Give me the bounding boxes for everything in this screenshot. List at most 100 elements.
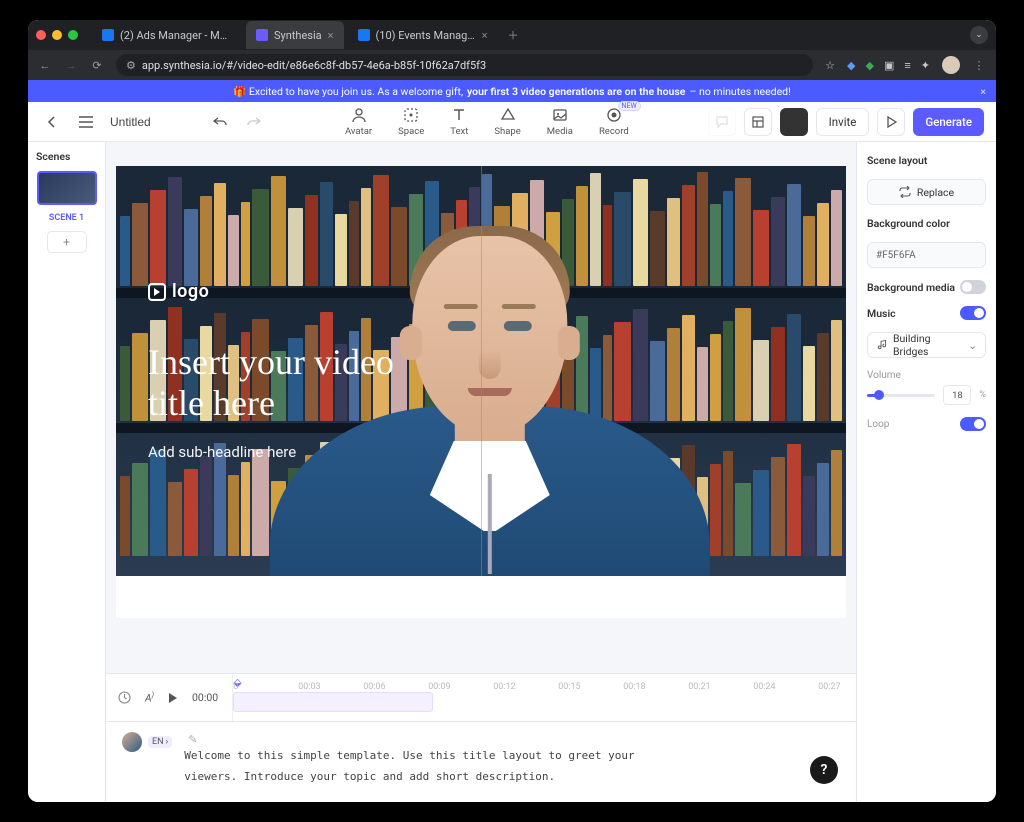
- music-label: Music: [867, 307, 896, 320]
- tool-label: Text: [450, 126, 468, 137]
- url-input[interactable]: ⚙ app.synthesia.io/#/video-edit/e86e6c8f…: [116, 54, 813, 76]
- timeline-clip[interactable]: [233, 692, 433, 712]
- edit-script-icon[interactable]: ✎: [188, 733, 197, 746]
- timeline-ruler[interactable]: ⬙ 000:0300:0600:0900:1200:1500:1800:2100…: [232, 674, 844, 721]
- volume-slider[interactable]: [867, 394, 935, 397]
- extensions-menu-icon[interactable]: ✦: [921, 59, 930, 72]
- script-text[interactable]: Welcome to this simple template. Use thi…: [184, 746, 840, 788]
- close-tab-icon[interactable]: ×: [482, 29, 488, 42]
- button-label: Generate: [925, 115, 972, 129]
- browser-addressbar: ← → ⟳ ⚙ app.synthesia.io/#/video-edit/e8…: [28, 50, 996, 80]
- subheadline-text[interactable]: Add sub-headline here: [148, 443, 448, 461]
- text-effect-icon[interactable]: A): [145, 691, 154, 705]
- promo-banner: 🎁 Excited to have you join us. As a welc…: [28, 80, 996, 102]
- invite-button[interactable]: Invite: [816, 108, 870, 136]
- chevron-right-icon: ›: [166, 737, 169, 747]
- tool-text[interactable]: Text: [450, 106, 468, 137]
- play-icon: [885, 116, 897, 128]
- preview-button[interactable]: [877, 108, 905, 136]
- bookmark-icon[interactable]: ☆: [825, 59, 835, 72]
- browser-menu-icon[interactable]: ⋮: [972, 59, 986, 72]
- speaker-avatar-icon[interactable]: [122, 732, 142, 752]
- timeline-tick: 0: [233, 682, 238, 692]
- layout-icon: [751, 115, 765, 129]
- layout-button[interactable]: [744, 108, 772, 136]
- volume-label: Volume: [867, 370, 986, 381]
- replace-icon: [899, 186, 911, 198]
- music-toggle[interactable]: [960, 306, 986, 320]
- redo-button[interactable]: [242, 110, 266, 134]
- scenes-panel: Scenes SCENE 1 +: [28, 142, 106, 802]
- video-stage[interactable]: logo Insert your video title here Add su…: [116, 166, 846, 618]
- tool-palette: Avatar Space Text Shape Media Record: [276, 106, 698, 137]
- synthesia-favicon-icon: [256, 29, 268, 41]
- help-button[interactable]: ?: [810, 756, 838, 784]
- undo-button[interactable]: [208, 110, 232, 134]
- site-info-icon[interactable]: ⚙: [126, 59, 136, 72]
- logo-text: logo: [172, 281, 209, 302]
- music-note-icon: [876, 339, 887, 351]
- music-track-label: Building Bridges: [893, 332, 962, 358]
- text-overlay[interactable]: logo Insert your video title here Add su…: [148, 281, 448, 461]
- timeline-tick: 00:15: [558, 682, 580, 692]
- tool-space[interactable]: Space: [398, 106, 424, 137]
- loop-toggle[interactable]: [960, 417, 986, 431]
- extension-icon[interactable]: ◆: [865, 59, 873, 72]
- reload-icon[interactable]: ⟳: [90, 59, 104, 72]
- close-tab-icon[interactable]: ×: [328, 29, 334, 42]
- scene-thumbnail[interactable]: [37, 171, 97, 205]
- volume-value[interactable]: 18: [943, 385, 971, 405]
- comments-button[interactable]: [708, 108, 736, 136]
- browser-tab-ads-manager[interactable]: (2) Ads Manager - Manage a…: [92, 21, 242, 49]
- add-scene-button[interactable]: +: [47, 231, 87, 253]
- bg-color-value: #F5F6FA: [876, 250, 916, 261]
- bg-color-input[interactable]: #F5F6FA: [867, 242, 986, 268]
- text-icon: [450, 106, 468, 124]
- browser-extensions: ◆ ◆ ▣ ≡ ✦: [847, 59, 930, 72]
- close-window-icon[interactable]: [36, 30, 46, 40]
- close-banner-icon[interactable]: ×: [980, 85, 986, 98]
- extension-icon[interactable]: ▣: [884, 59, 894, 72]
- music-track-select[interactable]: Building Bridges ⌄: [867, 332, 986, 358]
- user-avatar[interactable]: [780, 108, 808, 136]
- timeline-tick: 00:06: [363, 682, 385, 692]
- tool-shape[interactable]: Shape: [494, 106, 520, 137]
- clock-icon: [118, 691, 131, 704]
- meta-favicon-icon: [358, 29, 370, 41]
- avatar-icon: [350, 106, 368, 124]
- extension-icon[interactable]: ◆: [847, 59, 855, 72]
- tool-label: Record: [599, 126, 629, 137]
- bg-media-toggle[interactable]: [960, 280, 986, 294]
- video-frame[interactable]: logo Insert your video title here Add su…: [116, 166, 846, 576]
- scene-label: SCENE 1: [49, 213, 84, 223]
- profile-avatar-icon[interactable]: [942, 56, 960, 74]
- extension-icon[interactable]: ≡: [904, 59, 910, 72]
- browser-tab-events-manager[interactable]: (10) Events Manager ×: [348, 21, 498, 49]
- menu-button[interactable]: [74, 110, 98, 134]
- tabs-dropdown-icon[interactable]: ⌄: [970, 26, 988, 44]
- tool-record[interactable]: Record NEW: [599, 106, 629, 137]
- replace-layout-button[interactable]: Replace: [867, 179, 986, 205]
- timeline-tick: 00:03: [298, 682, 320, 692]
- browser-tab-synthesia[interactable]: Synthesia ×: [246, 21, 344, 49]
- timeline-tick: 00:21: [688, 682, 710, 692]
- minimize-window-icon[interactable]: [52, 30, 62, 40]
- timeline-tick: 00:12: [493, 682, 515, 692]
- language-label: EN: [152, 737, 164, 747]
- language-selector[interactable]: EN ›: [148, 736, 172, 748]
- window-controls[interactable]: [36, 30, 78, 40]
- tool-media[interactable]: Media: [547, 106, 573, 137]
- video-title-input[interactable]: [108, 114, 198, 130]
- headline-text[interactable]: Insert your video title here: [148, 342, 448, 425]
- timeline[interactable]: A) 00:00 ⬙ 000:0300:0600:0900:1200:1500:…: [106, 673, 856, 721]
- url-text: app.synthesia.io/#/video-edit/e86e6c8f-d…: [142, 59, 486, 72]
- menu-icon: [79, 116, 93, 128]
- maximize-window-icon[interactable]: [68, 30, 78, 40]
- back-button[interactable]: [40, 110, 64, 134]
- back-icon[interactable]: ←: [38, 59, 52, 72]
- tool-avatar[interactable]: Avatar: [345, 106, 372, 137]
- generate-button[interactable]: Generate: [913, 108, 984, 136]
- new-tab-button[interactable]: ＋: [502, 27, 525, 43]
- play-icon[interactable]: [168, 693, 178, 703]
- forward-icon[interactable]: →: [64, 59, 78, 72]
